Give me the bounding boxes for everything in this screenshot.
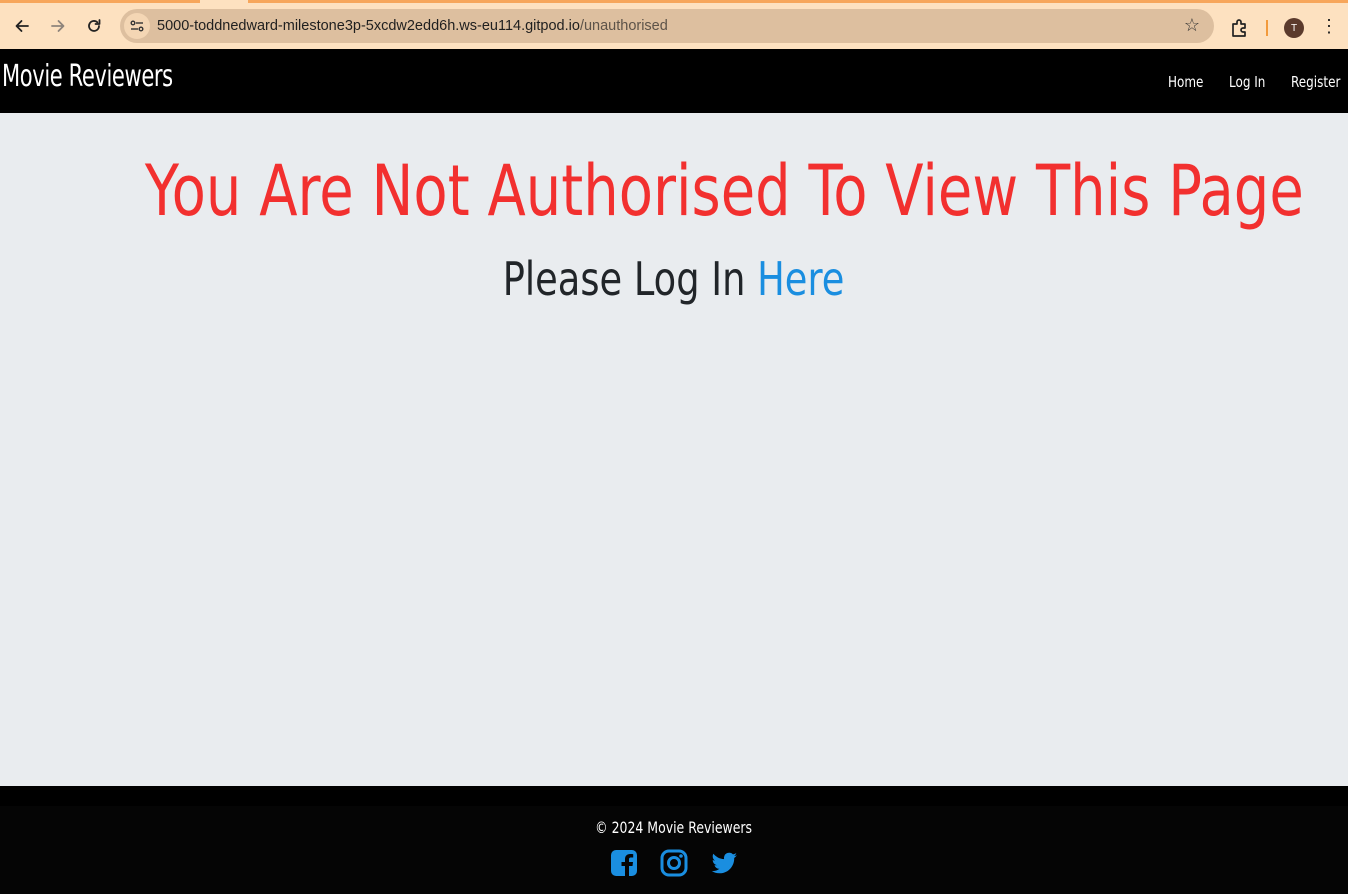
menu-icon[interactable]: ⋮ — [1320, 16, 1338, 36]
nav-link-home[interactable]: Home — [1168, 73, 1203, 91]
site-navbar: Movie Reviewers Home Log In Register — [0, 49, 1348, 113]
copyright-label: © 2024 Movie Reviewers — [595, 818, 753, 837]
toolbar-separator — [1266, 20, 1268, 36]
reload-icon — [88, 19, 101, 32]
login-prompt: Please Log In Here — [0, 251, 1348, 307]
login-here-link[interactable]: Here — [758, 252, 845, 306]
url-path: /unauthorised — [579, 18, 668, 34]
copyright-text: © 2024 Movie Reviewers — [0, 818, 1348, 837]
main-content: You Are Not Authorised To View This Page… — [0, 113, 1348, 786]
active-tab-edge — [200, 0, 248, 3]
page-title-text: You Are Not Authorised To View This Page — [144, 150, 1304, 232]
back-icon — [15, 20, 29, 32]
forward-icon — [51, 20, 65, 32]
nav-link-register[interactable]: Register — [1291, 73, 1340, 91]
instagram-icon[interactable] — [659, 848, 689, 878]
twitter-icon[interactable] — [709, 848, 739, 878]
brand-logo[interactable]: Movie Reviewers — [2, 59, 173, 94]
back-button[interactable] — [8, 12, 36, 40]
login-prompt-inner: Please Log In Here — [503, 251, 845, 307]
profile-avatar[interactable]: T — [1284, 18, 1304, 38]
footer-top-band — [0, 786, 1348, 806]
url-text: 5000-toddnedward-milestone3p-5xcdw2edd6h… — [157, 18, 668, 34]
page-title: You Are Not Authorised To View This Page — [0, 151, 1348, 231]
site-footer: © 2024 Movie Reviewers — [0, 786, 1348, 894]
browser-toolbar: 5000-toddnedward-milestone3p-5xcdw2edd6h… — [0, 0, 1348, 49]
reload-button[interactable] — [80, 12, 108, 40]
site-info-button[interactable] — [124, 13, 150, 39]
address-bar[interactable]: 5000-toddnedward-milestone3p-5xcdw2edd6h… — [120, 9, 1214, 43]
nav-link-log-in[interactable]: Log In — [1229, 73, 1265, 91]
extensions-icon[interactable] — [1228, 17, 1250, 39]
bookmark-star-icon[interactable]: ☆ — [1184, 15, 1200, 36]
url-host: 5000-toddnedward-milestone3p-5xcdw2edd6h… — [157, 18, 580, 34]
forward-button[interactable] — [44, 12, 72, 40]
login-prompt-text: Please Log In — [503, 252, 746, 306]
facebook-icon[interactable] — [609, 848, 639, 878]
site-info-icon — [130, 20, 144, 32]
